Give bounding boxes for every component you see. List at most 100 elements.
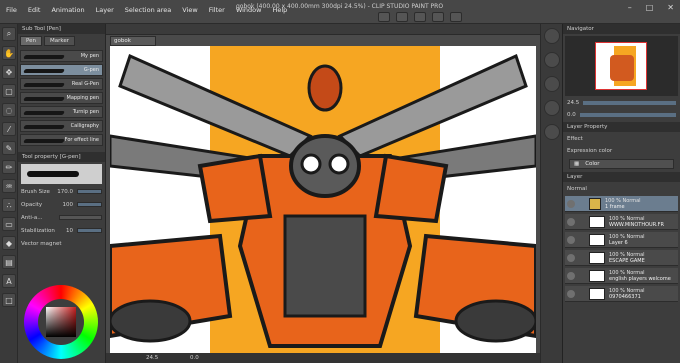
text-tool-icon[interactable]: A (2, 274, 16, 288)
right-panel: Navigator 24.5 0.0 Layer Property Effect… (562, 24, 680, 363)
menu-filter[interactable]: Filter (209, 6, 225, 14)
minimize-icon[interactable]: – (628, 3, 632, 12)
brush-preview (21, 164, 102, 184)
opacity-slider[interactable] (77, 202, 102, 207)
fill-tool-icon[interactable]: ◆ (2, 236, 16, 250)
airbrush-tool-icon[interactable]: ∴ (2, 198, 16, 212)
menu-layer[interactable]: Layer (96, 6, 114, 14)
save-icon[interactable] (414, 12, 426, 22)
visibility-eye-icon[interactable] (567, 289, 575, 298)
eraser-tool-icon[interactable]: ▭ (2, 217, 16, 231)
brush-item-calligraphy[interactable]: Calligraphy (20, 120, 103, 132)
search-icon[interactable] (544, 28, 560, 44)
visibility-eye-icon[interactable] (567, 235, 575, 244)
layer-row[interactable]: 100 % Normal 0970466371 (565, 286, 678, 302)
tab-marker[interactable]: Marker (44, 36, 76, 46)
maximize-icon[interactable]: □ (646, 3, 654, 12)
pen-tool-icon[interactable]: ✎ (2, 141, 16, 155)
layer-row[interactable]: 100 % Normal ESCAPE GAME (565, 250, 678, 266)
new-icon[interactable] (378, 12, 390, 22)
color-swatch-icon: ▦ (574, 161, 580, 167)
figure-tool-icon[interactable]: □ (2, 293, 16, 307)
navigator-rotation-value[interactable]: 0.0 (567, 112, 576, 118)
selection-tool-icon[interactable]: ▢ (2, 84, 16, 98)
layer-thumbnail (589, 215, 605, 228)
brush-size-value[interactable]: 170.0 (55, 189, 73, 195)
navigator-zoom-value[interactable]: 24.5 (567, 100, 579, 106)
menu-animation[interactable]: Animation (51, 6, 84, 14)
brush-size-label: Brush Size (21, 188, 50, 195)
gradient-tool-icon[interactable]: ▤ (2, 255, 16, 269)
stabilization-value[interactable]: 10 (55, 228, 73, 234)
opacity-value[interactable]: 100 (55, 202, 74, 208)
pencil-tool-icon[interactable]: ✏ (2, 160, 16, 174)
hand-tool-icon[interactable]: ✋ (2, 46, 16, 60)
layer-thumbnail (589, 251, 605, 264)
mecha-illustration (110, 46, 536, 356)
tab-pen[interactable]: Pen (20, 36, 42, 46)
layer-row[interactable]: 100 % Normal WWW.MINOTHOUR.FR (565, 214, 678, 230)
open-icon[interactable] (396, 12, 408, 22)
expression-color-select[interactable]: ▦ Color (569, 159, 674, 169)
brush-item-real-g-pen[interactable]: Real G-Pen (20, 78, 103, 90)
stabilization-label: Stabilization (21, 227, 55, 234)
artwork-canvas[interactable] (110, 46, 536, 356)
layer-row[interactable]: 100 % Normal Layer 6 (565, 232, 678, 248)
brush-stroke-preview (23, 83, 65, 87)
zoom-tool-icon[interactable]: ⌕ (2, 27, 16, 41)
menu-edit[interactable]: Edit (28, 6, 41, 14)
redo-icon[interactable] (450, 12, 462, 22)
brush-item-effect-line[interactable]: For effect line (20, 134, 103, 146)
navigator-preview[interactable] (565, 36, 678, 96)
anti-alias-selector[interactable] (59, 215, 102, 220)
lasso-tool-icon[interactable]: ◌ (2, 103, 16, 117)
blend-mode-value[interactable]: Normal (567, 186, 587, 192)
menu-selection-area[interactable]: Selection area (125, 6, 172, 14)
document-tab[interactable]: gobok (110, 36, 156, 46)
brush-preview-stroke (27, 171, 79, 177)
visibility-eye-icon[interactable] (567, 217, 575, 226)
brush-item-turnip-pen[interactable]: Turnip pen (20, 106, 103, 118)
settings-icon[interactable] (544, 124, 560, 140)
visibility-eye-icon[interactable] (567, 253, 575, 262)
right-cannon-barrel (454, 299, 536, 343)
layer-row[interactable]: 100 % Normal 1 frame (565, 196, 678, 212)
zoom-readout[interactable]: 24.5 (146, 355, 158, 361)
history-icon[interactable] (544, 100, 560, 116)
brush-item-g-pen[interactable]: G-pen (20, 64, 103, 76)
color-wheel[interactable] (24, 285, 98, 359)
eyedropper-tool-icon[interactable]: ⁄ (2, 122, 16, 136)
stabilization-slider[interactable] (77, 228, 102, 233)
undo-icon[interactable] (432, 12, 444, 22)
menu-file[interactable]: File (6, 6, 17, 14)
brush-stroke-preview (23, 125, 65, 129)
layer-thumbnail (589, 269, 605, 282)
layer-icon[interactable] (544, 76, 560, 92)
move-tool-icon[interactable]: ✥ (2, 65, 16, 79)
navigator-zoom-slider[interactable] (583, 101, 676, 105)
tool-bar: ⌕ ✋ ✥ ▢ ◌ ⁄ ✎ ✏ ♒ ∴ ▭ ◆ ▤ A □ (0, 24, 18, 363)
material-icon[interactable] (544, 52, 560, 68)
menu-view[interactable]: View (182, 6, 197, 14)
brush-name: My pen (80, 53, 99, 59)
layer-meta: 100 % Normal WWW.MINOTHOUR.FR (609, 216, 664, 228)
saturation-value-square[interactable] (46, 307, 76, 337)
rotation-readout[interactable]: 0.0 (190, 355, 199, 361)
layer-name: 1 frame (605, 203, 625, 210)
stabilization-row: Stabilization 10 (21, 225, 102, 236)
layer-row[interactable]: 100 % Normal english players welcome (565, 268, 678, 284)
layer-thumbnail (589, 287, 605, 300)
anti-alias-row: Anti-a... (21, 212, 102, 223)
visibility-eye-icon[interactable] (567, 271, 575, 280)
navigator-rotation-slider[interactable] (579, 113, 676, 117)
navigator-rotation-row: 0.0 (567, 110, 676, 120)
brush-item-my-pen[interactable]: My pen (20, 50, 103, 62)
brush-tool-icon[interactable]: ♒ (2, 179, 16, 193)
canvas-status-bar: 24.5 0.0 (106, 353, 540, 363)
brush-size-slider[interactable] (77, 189, 102, 194)
close-icon[interactable]: ✕ (667, 3, 674, 12)
layer-list: 100 % Normal 1 frame 100 % Normal WWW.MI… (565, 196, 678, 302)
brush-name: Turnip pen (72, 109, 99, 115)
brush-item-mapping-pen[interactable]: Mapping pen (20, 92, 103, 104)
visibility-eye-icon[interactable] (567, 199, 575, 208)
